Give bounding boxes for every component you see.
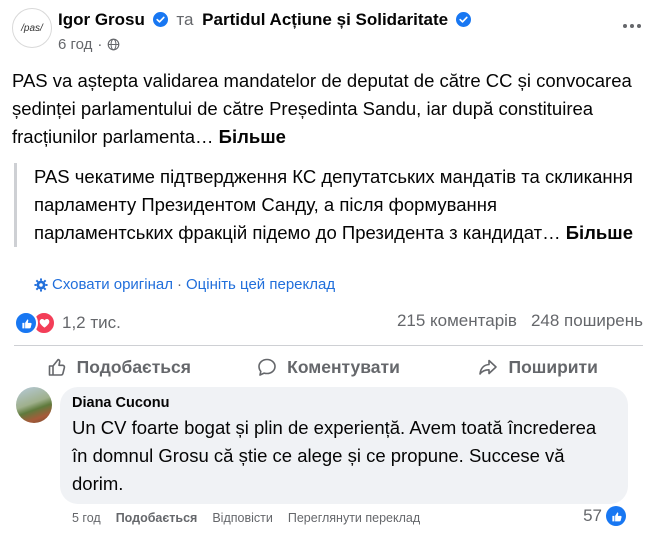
post-meta: 6 год · xyxy=(58,36,120,53)
verified-badge-icon xyxy=(455,12,471,27)
thumbs-up-icon xyxy=(14,311,38,335)
page-name[interactable]: Partidul Acțiune și Solidaritate xyxy=(202,10,448,29)
translation-see-more-link[interactable]: Більше xyxy=(566,222,633,243)
share-button[interactable]: Поширити xyxy=(433,350,643,384)
link-separator: · xyxy=(176,276,182,293)
post-text: PAS va aștepta validarea mandatelor de d… xyxy=(12,70,632,147)
comment-reply-button[interactable]: Відповісти xyxy=(212,511,273,525)
author-name[interactable]: Igor Grosu xyxy=(58,10,145,29)
post-title-line: Igor Grosu та Partidul Acțiune și Solida… xyxy=(58,10,471,30)
gear-icon xyxy=(34,277,48,292)
comment-item: Diana Cuconu Un CV foarte bogat și plin … xyxy=(16,387,646,533)
reactions-summary[interactable]: 1,2 тис. xyxy=(14,311,121,335)
post-body: PAS va aștepta validarea mandatelor de d… xyxy=(12,67,642,151)
translation-links: Сховати оригінал · Оцініть цей переклад xyxy=(34,276,335,293)
more-options-icon[interactable] xyxy=(617,14,647,38)
title-separator: та xyxy=(176,10,194,29)
share-label: Поширити xyxy=(508,356,598,377)
comment-like-button[interactable]: Подобається xyxy=(116,511,198,525)
post-time[interactable]: 6 год xyxy=(58,36,92,53)
like-button[interactable]: Подобається xyxy=(14,350,224,384)
reactions-count[interactable]: 1,2 тис. xyxy=(62,313,121,333)
hide-original-link[interactable]: Сховати оригінал xyxy=(52,276,173,293)
translation-block: PAS чекатиме підтвердження КС депутатськ… xyxy=(14,163,640,247)
rate-translation-link[interactable]: Оцініть цей переклад xyxy=(186,276,335,293)
shares-count[interactable]: 248 поширень xyxy=(531,311,643,331)
comment-text: Un CV foarte bogat și plin de experiență… xyxy=(72,417,597,494)
thumbs-up-icon xyxy=(606,506,626,526)
comment-author[interactable]: Diana Cuconu xyxy=(72,395,616,411)
comments-count[interactable]: 215 коментарів xyxy=(397,311,517,331)
comment-button[interactable]: Коментувати xyxy=(224,350,434,384)
page-avatar[interactable]: /pas/ xyxy=(12,8,52,48)
comment-bubble-icon xyxy=(258,358,276,376)
share-arrow-icon xyxy=(479,359,498,375)
comment-likes-count: 57 xyxy=(583,506,602,525)
comment-label: Коментувати xyxy=(287,356,400,377)
like-label: Подобається xyxy=(76,356,191,377)
divider xyxy=(14,345,643,346)
translation-text: PAS чекатиме підтвердження КС депутатськ… xyxy=(34,166,633,243)
comment-bubble: Diana Cuconu Un CV foarte bogat și plin … xyxy=(60,387,628,504)
post-header: /pas/ Igor Grosu та Partidul Acțiune și … xyxy=(12,8,647,60)
comment-likes[interactable]: 57 xyxy=(583,506,626,526)
comment-time[interactable]: 5 год xyxy=(72,511,101,525)
engagement-counts: 215 коментарів 248 поширень xyxy=(397,311,643,331)
comment-meta: 5 год Подобається Відповісти Переглянути… xyxy=(72,511,420,525)
see-more-link[interactable]: Більше xyxy=(219,126,286,147)
see-translation-link[interactable]: Переглянути переклад xyxy=(288,511,420,525)
verified-badge-icon xyxy=(152,12,168,27)
thumbs-up-icon xyxy=(48,358,65,376)
avatar[interactable] xyxy=(16,387,52,423)
post-actions-bar: Подобається Коментувати Поширити xyxy=(14,350,643,384)
globe-icon xyxy=(108,38,120,51)
